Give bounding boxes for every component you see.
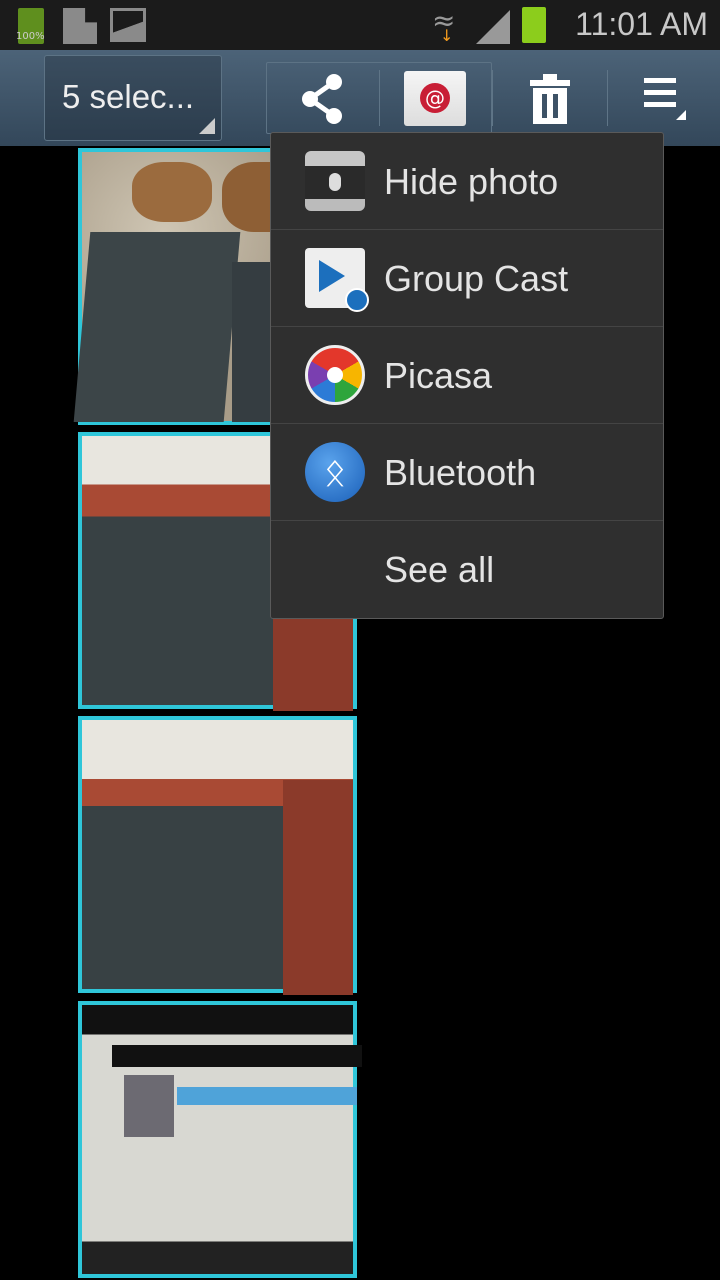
battery-percent-label: 100% xyxy=(16,31,45,42)
share-icon xyxy=(302,74,342,124)
battery-icon xyxy=(522,7,546,43)
photo-thumbnail-screen[interactable] xyxy=(78,1001,362,1278)
photo-thumbnail-chalkboard-2[interactable] xyxy=(78,716,357,995)
selection-count-label: 5 selec... xyxy=(62,78,195,115)
selection-dropdown[interactable]: 5 selec... xyxy=(44,55,222,141)
bluetooth-icon: ᛟ xyxy=(305,442,365,502)
menu-item-picasa[interactable]: Picasa xyxy=(271,327,663,424)
menu-item-hide-photo[interactable]: Hide photo xyxy=(271,133,663,230)
menu-item-label: Bluetooth xyxy=(384,452,537,493)
divider xyxy=(492,70,493,126)
menu-item-group-cast[interactable]: Group Cast xyxy=(271,230,663,327)
hide-photo-icon xyxy=(305,151,365,211)
share-via-menu: Hide photo Group Cast Picasa ᛟ Bluetooth… xyxy=(270,132,664,619)
battery-full-icon: 100% xyxy=(16,8,45,44)
divider xyxy=(607,70,608,126)
divider xyxy=(379,70,380,126)
group-cast-icon xyxy=(305,248,369,312)
dropdown-corner-icon xyxy=(199,118,215,134)
email-button[interactable]: @ xyxy=(404,71,466,126)
menu-item-label: See all xyxy=(384,549,495,590)
delete-button[interactable] xyxy=(528,74,572,124)
share-button[interactable] xyxy=(296,72,350,126)
status-bar: 100% ≈ ↓ 11:01 AM xyxy=(0,0,720,50)
email-icon: @ xyxy=(420,83,450,113)
wifi-icon: ≈ ↓ xyxy=(432,4,456,45)
clock: 11:01 AM xyxy=(575,6,708,42)
picasa-icon xyxy=(305,345,365,405)
trash-icon xyxy=(530,74,570,124)
menu-item-label: Hide photo xyxy=(384,161,559,202)
menu-item-bluetooth[interactable]: ᛟ Bluetooth xyxy=(271,424,663,521)
signal-icon xyxy=(476,10,510,44)
menu-item-see-all[interactable]: See all xyxy=(271,521,663,618)
overflow-menu-button[interactable] xyxy=(644,78,688,122)
sd-card-icon xyxy=(63,8,97,44)
overflow-menu-icon xyxy=(644,78,686,120)
menu-item-label: Picasa xyxy=(384,355,493,396)
image-notification-icon xyxy=(110,8,146,42)
menu-item-label: Group Cast xyxy=(384,258,569,299)
